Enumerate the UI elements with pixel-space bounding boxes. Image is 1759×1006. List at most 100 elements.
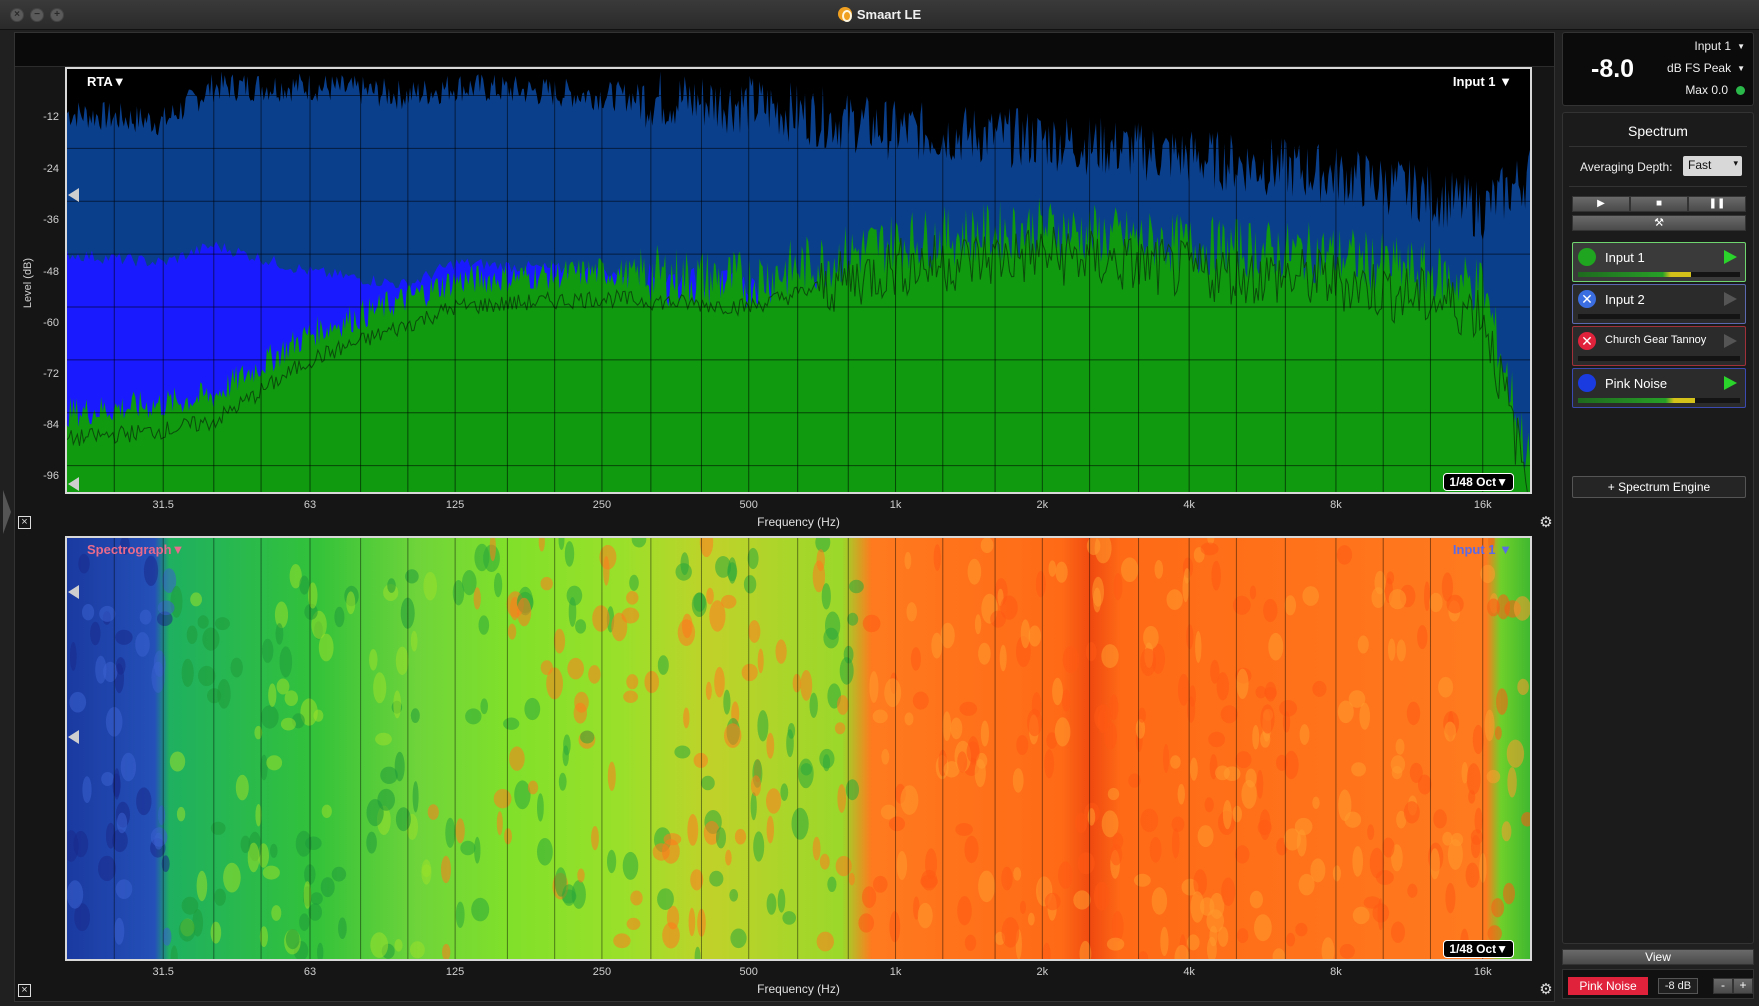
spectrograph-texture-blob bbox=[1424, 581, 1430, 611]
spectrograph-upper-scale-handle[interactable] bbox=[68, 585, 79, 599]
spectrograph-plot[interactable]: Spectrograph▼ Input 1 ▼ 1/48 Oct▼ bbox=[65, 536, 1532, 961]
spectrograph-x-tick: 1k bbox=[889, 966, 902, 978]
panel-splitter-handle[interactable] bbox=[3, 490, 11, 534]
spectrograph-texture-blob bbox=[299, 575, 310, 595]
rta-upper-scale-handle[interactable] bbox=[68, 188, 79, 202]
spectrograph-texture-blob bbox=[334, 606, 345, 628]
spectrograph-texture-blob bbox=[370, 932, 389, 958]
spectrograph-texture-blob bbox=[69, 691, 87, 713]
spectrograph-texture-blob bbox=[1160, 926, 1169, 956]
spectrograph-close-icon[interactable]: × bbox=[18, 984, 31, 997]
spectrograph-texture-blob bbox=[115, 629, 133, 645]
engine-1[interactable]: Input 1 bbox=[1572, 242, 1746, 282]
spectrograph-texture-blob bbox=[812, 836, 821, 861]
generator-level[interactable]: -8 dB bbox=[1658, 978, 1698, 994]
spectrograph-texture-blob bbox=[115, 879, 133, 899]
spectrograph-texture-blob bbox=[394, 939, 403, 952]
spectrograph-input-selector[interactable]: Input 1 ▼ bbox=[1453, 542, 1512, 557]
meter-max[interactable]: Max 0.0 bbox=[1685, 83, 1745, 97]
rta-settings-gear-icon[interactable]: ⚙ bbox=[1538, 515, 1554, 531]
spectrograph-texture-blob bbox=[1001, 866, 1013, 891]
play-button[interactable]: ▶ bbox=[1572, 196, 1630, 212]
spectrum-panel: Spectrum Averaging Depth: Fast ▶ ■ ❚❚ ⚒ … bbox=[1562, 112, 1754, 944]
add-spectrum-engine-button[interactable]: + Spectrum Engine bbox=[1572, 476, 1746, 498]
rta-mode-selector[interactable]: RTA▼ bbox=[87, 74, 126, 89]
spectrograph-texture-blob bbox=[607, 849, 617, 874]
engine-play-icon[interactable] bbox=[1724, 250, 1737, 264]
stop-button[interactable]: ■ bbox=[1630, 196, 1688, 212]
spectrograph-texture-blob bbox=[780, 783, 789, 801]
engine-play-icon[interactable] bbox=[1724, 334, 1737, 348]
spectrograph-texture-blob bbox=[1044, 749, 1055, 779]
spectrograph-x-axis-title: Frequency (Hz) bbox=[757, 982, 840, 996]
spectrograph-texture-blob bbox=[747, 547, 759, 570]
disabled-engine-icon[interactable]: ✕ bbox=[1578, 332, 1596, 350]
rta-close-icon[interactable]: × bbox=[18, 516, 31, 529]
spectrograph-texture-blob bbox=[394, 751, 405, 782]
generator-plus-button[interactable]: + bbox=[1733, 978, 1753, 994]
spectrograph-texture-blob bbox=[827, 876, 837, 892]
spectrograph-texture-blob bbox=[493, 789, 512, 809]
rta-y-tick: -36 bbox=[43, 214, 59, 226]
averaging-depth-select[interactable]: Fast bbox=[1683, 156, 1742, 176]
pause-button[interactable]: ❚❚ bbox=[1688, 196, 1746, 212]
spectrograph-texture-blob bbox=[822, 754, 831, 772]
spectrograph-texture-blob bbox=[1417, 774, 1432, 795]
rta-resolution-selector[interactable]: 1/48 Oct▼ bbox=[1443, 473, 1514, 491]
spectrograph-texture-blob bbox=[568, 597, 577, 627]
spectrograph-texture-blob bbox=[1337, 700, 1354, 724]
spectrograph-texture-blob bbox=[305, 836, 322, 850]
tools-icon[interactable]: ⚒ bbox=[1572, 215, 1746, 231]
spectrograph-texture-blob bbox=[1204, 797, 1214, 813]
spectrograph-texture-blob bbox=[917, 902, 933, 929]
spectrograph-texture-blob bbox=[626, 674, 639, 690]
spectrograph-mode-selector[interactable]: Spectrograph▼ bbox=[87, 542, 184, 557]
spectrograph-texture-blob bbox=[657, 655, 669, 675]
rta-input-selector[interactable]: Input 1 ▼ bbox=[1453, 74, 1512, 89]
spectrograph-texture-blob bbox=[517, 597, 532, 627]
spectrograph-lower-scale-handle[interactable] bbox=[68, 730, 79, 744]
spectrograph-texture-blob bbox=[1109, 694, 1119, 721]
engine-play-icon[interactable] bbox=[1724, 292, 1737, 306]
spectrograph-texture-blob bbox=[1058, 861, 1073, 889]
spectrograph-texture-blob bbox=[691, 592, 707, 617]
generator-bar: Pink Noise -8 dB - + bbox=[1562, 969, 1754, 999]
engine-2[interactable]: ✕ Input 2 bbox=[1572, 284, 1746, 324]
transport-controls: ▶ ■ ❚❚ bbox=[1572, 196, 1746, 212]
meter-scale-selector[interactable]: dB FS Peak ▼ bbox=[1667, 61, 1745, 75]
spectrograph-texture-blob bbox=[825, 611, 841, 640]
engine-play-icon[interactable] bbox=[1724, 376, 1737, 390]
disabled-engine-icon[interactable]: ✕ bbox=[1578, 290, 1596, 308]
spectrograph-texture-blob bbox=[693, 752, 708, 768]
spectrograph-texture-blob bbox=[900, 785, 919, 815]
spectrograph-texture-blob bbox=[858, 913, 874, 933]
spectrograph-texture-blob bbox=[395, 807, 411, 832]
spectrograph-x-tick: 8k bbox=[1330, 966, 1342, 978]
spectrograph-texture-blob bbox=[849, 579, 864, 594]
generator-button[interactable]: Pink Noise bbox=[1568, 977, 1648, 995]
rta-lower-scale-handle[interactable] bbox=[68, 477, 79, 491]
spectrograph-texture-blob bbox=[1222, 800, 1232, 830]
spectrograph-texture-blob bbox=[688, 907, 696, 937]
engine-status-icon[interactable] bbox=[1578, 248, 1596, 266]
meter-input-selector[interactable]: Input 1 ▼ bbox=[1694, 39, 1745, 53]
spectrograph-resolution-selector[interactable]: 1/48 Oct▼ bbox=[1443, 940, 1514, 958]
spectrograph-texture-blob bbox=[775, 639, 787, 664]
rta-plot[interactable]: RTA▼ Input 1 ▼ 1/48 Oct▼ bbox=[65, 67, 1532, 494]
spectrograph-settings-gear-icon[interactable]: ⚙ bbox=[1538, 982, 1554, 998]
spectrograph-texture-blob bbox=[1357, 635, 1369, 654]
title-bar: × − + Smaart LE bbox=[0, 0, 1759, 30]
generator-minus-button[interactable]: - bbox=[1713, 978, 1733, 994]
spectrograph-texture-blob bbox=[1143, 625, 1159, 650]
spectrograph-texture-blob bbox=[1403, 801, 1420, 824]
engine-4[interactable]: Pink Noise bbox=[1572, 368, 1746, 408]
spectrograph-texture-blob bbox=[1077, 852, 1095, 875]
engine-3[interactable]: ✕ Church Gear Tannoy bbox=[1572, 326, 1746, 366]
plot-toolbar-strip bbox=[15, 33, 1554, 67]
spectrograph-texture-blob bbox=[1062, 645, 1080, 674]
engine-status-icon[interactable] bbox=[1578, 374, 1596, 392]
spectrograph-texture-blob bbox=[1352, 846, 1363, 877]
engine-level-bar bbox=[1578, 314, 1740, 319]
view-button[interactable]: View bbox=[1562, 949, 1754, 965]
spectrograph-texture-blob bbox=[1177, 673, 1190, 706]
